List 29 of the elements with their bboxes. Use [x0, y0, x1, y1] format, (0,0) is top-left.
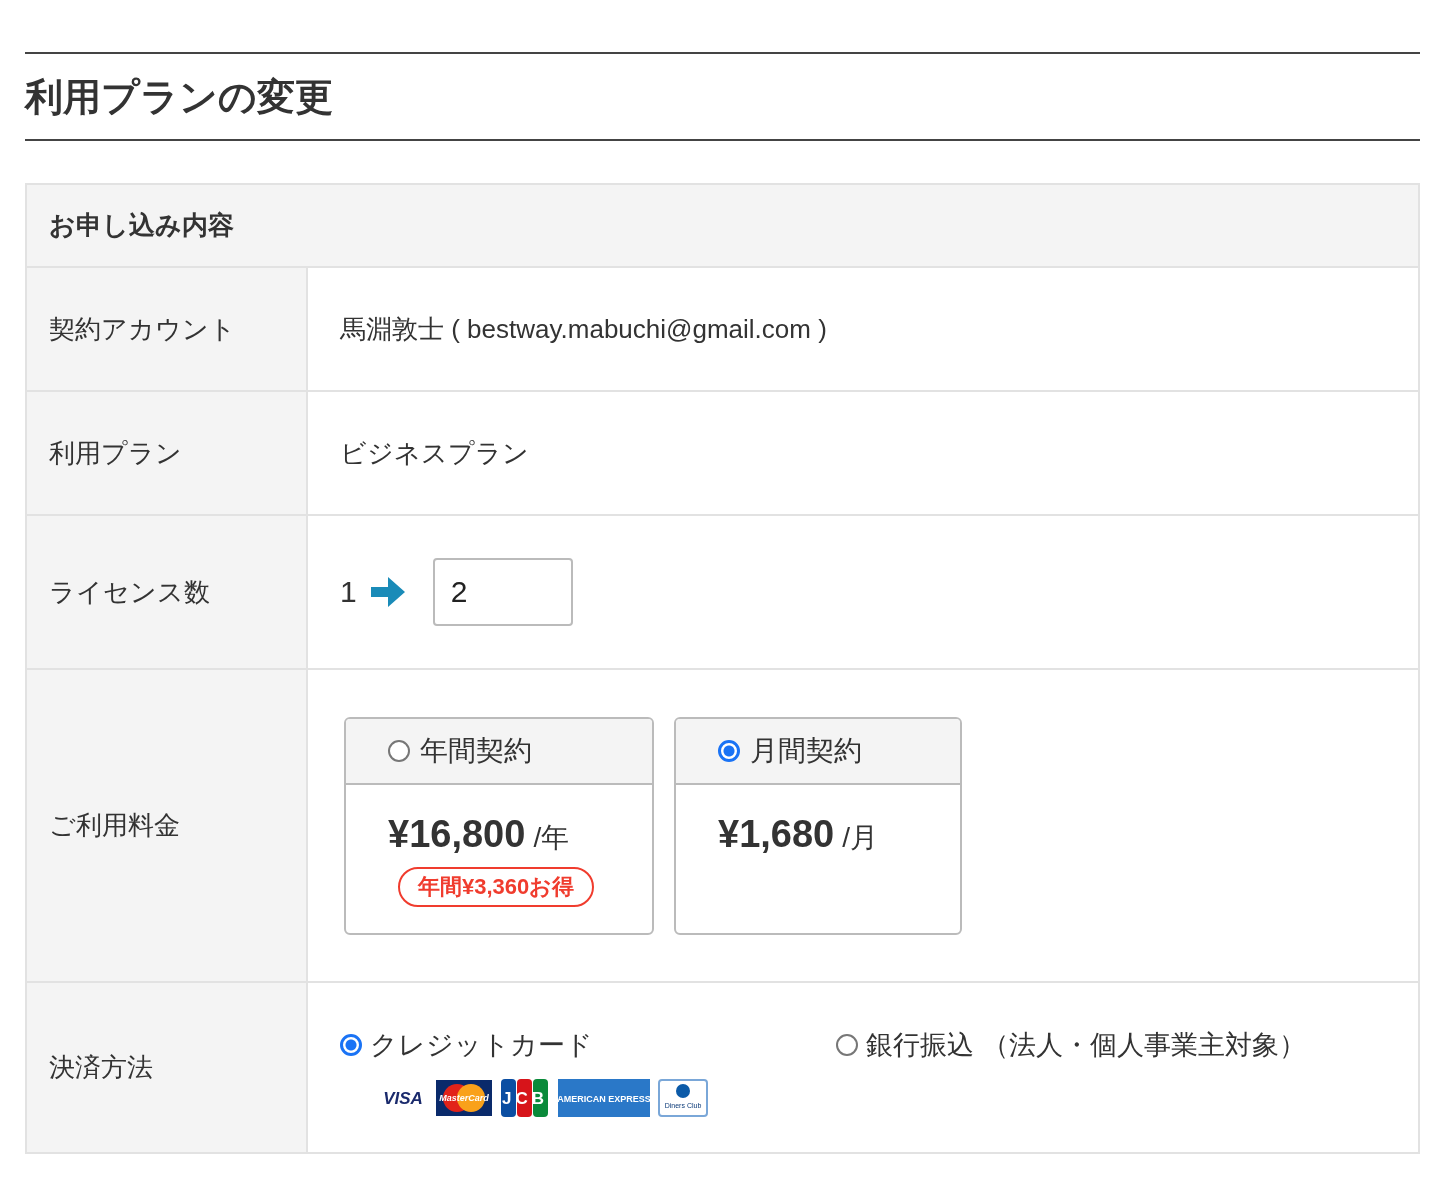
radio-button[interactable]: [718, 739, 740, 762]
plan-card[interactable]: 年間契約 ¥16,800 /年 年間¥3,360お得: [344, 716, 654, 935]
field-label: ご利用料金: [49, 809, 180, 842]
price: ¥1,680: [718, 812, 835, 856]
payment-option-label: 銀行振込 （法人・個人事業主対象）: [866, 1029, 1306, 1062]
plan-card[interactable]: 月間契約 ¥1,680 /月: [674, 716, 962, 935]
field-label: 利用プラン: [49, 436, 182, 470]
plan-name: 月間契約: [750, 733, 862, 768]
section-heading: お申し込み内容: [49, 209, 234, 242]
visa-logo: VISA: [378, 1082, 428, 1114]
radio-button[interactable]: [836, 1034, 858, 1056]
field-label: ライセンス数: [49, 575, 210, 609]
license-count-input[interactable]: 2: [432, 558, 573, 626]
price-unit: /月: [842, 820, 878, 855]
discount-badge: 年間¥3,360お得: [398, 866, 595, 907]
field-value: ビジネスプラン: [340, 436, 529, 470]
price: ¥16,800: [388, 812, 526, 856]
right-arrow-icon: [370, 577, 405, 607]
page-title: 利用プランの変更: [25, 52, 1420, 141]
radio-button[interactable]: [388, 739, 410, 762]
radio-button[interactable]: [340, 1034, 362, 1056]
amex-logo: AMERICAN EXPRESS: [558, 1079, 650, 1117]
field-value: 馬淵敦士 ( bestway.mabuchi@gmail.com ): [340, 312, 827, 346]
payment-option-label: クレジットカード: [370, 1029, 593, 1062]
field-label: 契約アカウント: [49, 312, 236, 346]
field-label: 決済方法: [49, 1051, 153, 1084]
price-unit: /年: [533, 820, 570, 855]
current-license-count: 1: [340, 575, 357, 609]
plan-name: 年間契約: [420, 733, 532, 768]
